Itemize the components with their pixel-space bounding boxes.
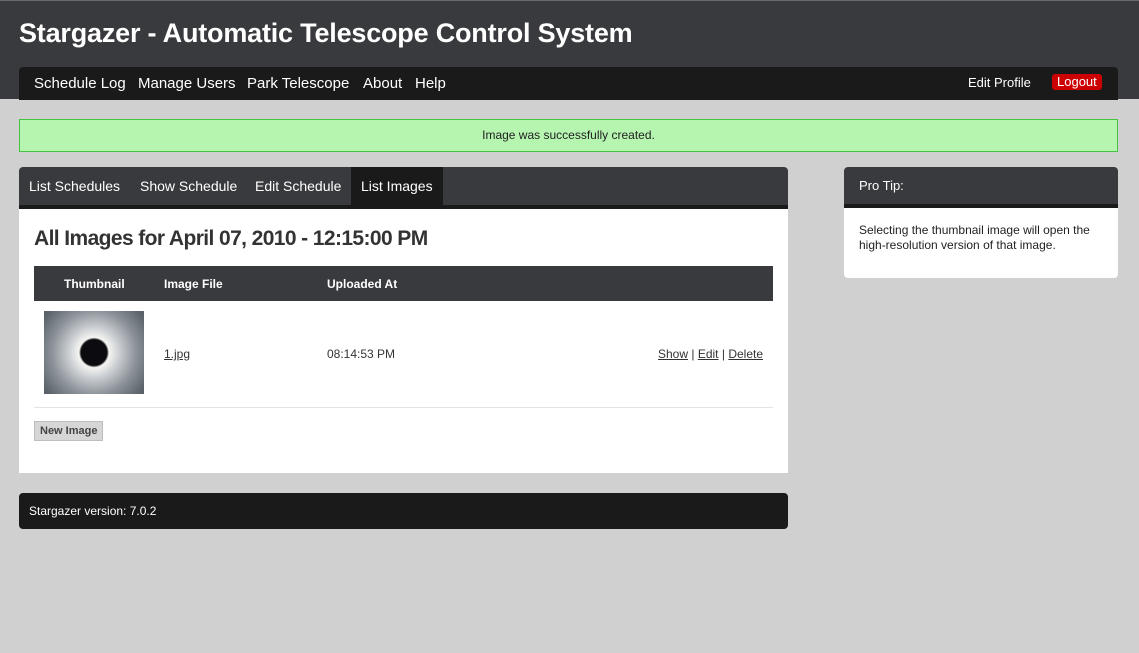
logout-button[interactable]: Logout xyxy=(1052,74,1102,90)
nav-help[interactable]: Help xyxy=(415,75,446,92)
nav-park-telescope[interactable]: Park Telescope xyxy=(247,75,349,92)
edit-link[interactable]: Edit xyxy=(698,347,719,361)
app-title: Stargazer - Automatic Telescope Control … xyxy=(19,18,633,48)
page-title: All Images for April 07, 2010 - 12:15:00… xyxy=(34,227,428,250)
main-content-panel: List Schedules Show Schedule Edit Schedu… xyxy=(19,167,788,473)
row-actions: Show | Edit | Delete xyxy=(658,347,763,361)
edit-profile-link[interactable]: Edit Profile xyxy=(968,75,1031,90)
tab-list-images[interactable]: List Images xyxy=(351,167,443,205)
column-header-uploaded-at: Uploaded At xyxy=(327,277,398,291)
uploaded-at-value: 08:14:53 PM xyxy=(327,347,396,361)
image-file-link[interactable]: 1.jpg xyxy=(164,347,190,361)
column-header-thumbnail: Thumbnail xyxy=(64,277,125,291)
column-header-image-file: Image File xyxy=(164,277,223,291)
images-table-header: Thumbnail Image File Uploaded At xyxy=(34,266,773,301)
tab-list-schedules[interactable]: List Schedules xyxy=(29,167,120,205)
schedule-tabbar: List Schedules Show Schedule Edit Schedu… xyxy=(19,167,788,209)
tab-edit-schedule[interactable]: Edit Schedule xyxy=(255,167,341,205)
eclipse-thumbnail-image[interactable] xyxy=(44,311,144,394)
main-navbar: Schedule Log Manage Users Park Telescope… xyxy=(19,67,1118,100)
tab-show-schedule[interactable]: Show Schedule xyxy=(140,167,237,205)
show-link[interactable]: Show xyxy=(658,347,688,361)
app-header: Stargazer - Automatic Telescope Control … xyxy=(0,0,1139,100)
table-row: 1.jpg 08:14:53 PM Show | Edit | Delete xyxy=(34,301,773,408)
nav-about[interactable]: About xyxy=(363,75,402,92)
new-image-button[interactable]: New Image xyxy=(34,421,104,441)
pro-tip-panel: Pro Tip: Selecting the thumbnail image w… xyxy=(844,167,1118,278)
flash-success-message: Image was successfully created. xyxy=(19,119,1118,152)
nav-manage-users[interactable]: Manage Users xyxy=(138,75,236,92)
delete-link[interactable]: Delete xyxy=(728,347,763,361)
footer-version: Stargazer version: 7.0.2 xyxy=(19,493,788,529)
pro-tip-text: Selecting the thumbnail image will open … xyxy=(859,223,1090,252)
nav-schedule-log[interactable]: Schedule Log xyxy=(34,75,126,92)
pro-tip-title: Pro Tip: xyxy=(844,167,1118,208)
